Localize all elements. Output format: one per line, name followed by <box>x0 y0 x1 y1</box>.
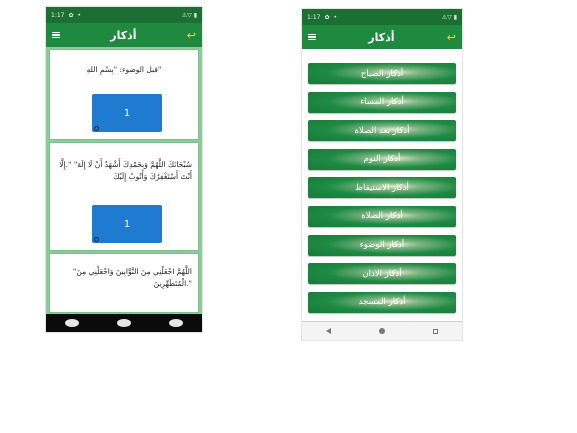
menu-item-morning[interactable]: أذكار الصباح <box>308 63 456 84</box>
hamburger-icon[interactable] <box>308 34 316 40</box>
status-bar: 1:17 ✿ • ⚠▽ ▮ <box>46 7 202 23</box>
menu-item-sleep[interactable]: أذكار النوم <box>308 148 456 170</box>
menu-item-ablution[interactable]: أذكار الوضوء <box>308 234 456 256</box>
app-title: أذكار <box>368 30 395 44</box>
status-right-icons: ⚠▽ ▮ <box>181 11 197 19</box>
status-time: 1:17 <box>307 13 321 21</box>
menu-item-adhan[interactable]: أذكار الاذان <box>308 263 456 285</box>
menu-item-evening[interactable]: أذكار المساء <box>308 91 456 113</box>
status-right-icons: ⚠▽ ▮ <box>441 13 457 21</box>
status-bar: 1:17 ✿ • ⚠▽ ▮ <box>302 9 462 25</box>
counter-value: 1 <box>123 218 131 230</box>
nav-back-icon[interactable] <box>65 319 79 327</box>
nav-recent-icon[interactable] <box>433 328 438 334</box>
reset-icon[interactable] <box>94 126 99 131</box>
zikr-card-list: "قبل الوضوء: "بِسْمِ اللهِ 1 سُبْحَانَكَ… <box>46 47 202 314</box>
reset-icon[interactable] <box>94 237 99 242</box>
back-arrow-icon[interactable]: ↩ <box>447 32 456 43</box>
app-title: أذكار <box>110 28 137 42</box>
zikr-text: سُبْحَانَكَ اللَّهُمَّ وَبِحَمْدِكَ أَشْ… <box>59 160 192 181</box>
zikr-card: سُبْحَانَكَ اللَّهُمَّ وَبِحَمْدِكَ أَشْ… <box>49 142 199 251</box>
back-arrow-icon[interactable]: ↩ <box>187 30 196 41</box>
settings-icon: ✿ <box>324 13 330 21</box>
azkar-category-menu: أذكار الصباح أذكار المساء أذكار بعد الصل… <box>302 49 462 322</box>
zikr-card: "قبل الوضوء: "بِسْمِ اللهِ 1 <box>49 49 199 140</box>
dot-icon: • <box>333 13 338 21</box>
zikr-text: اللَّهُمَّ اجْعَلْنِي مِنَ التَّوَّابِين… <box>72 267 192 288</box>
nav-home-icon[interactable] <box>379 328 385 334</box>
menu-item-mosque[interactable]: أذكار المسجد <box>308 291 456 313</box>
zikr-text: "قبل الوضوء: "بِسْمِ اللهِ <box>86 65 162 74</box>
left-phone-screen: 1:17 ✿ • ⚠▽ ▮ أذكار ↩ "قبل الوضوء: "بِسْ… <box>46 7 202 332</box>
navigation-bar <box>302 321 462 340</box>
nav-home-icon[interactable] <box>117 319 131 327</box>
menu-item-waking[interactable]: أذكار الاستيقاظ <box>308 177 456 199</box>
menu-item-prayer[interactable]: أذكار الصلاة <box>308 205 456 227</box>
menu-item-after-prayer[interactable]: أذكار بعد الصلاة <box>308 120 456 142</box>
navigation-bar <box>46 314 202 332</box>
zikr-card: اللَّهُمَّ اجْعَلْنِي مِنَ التَّوَّابِين… <box>49 253 199 313</box>
counter-button[interactable]: 1 <box>92 94 162 132</box>
nav-back-icon[interactable] <box>326 328 331 334</box>
status-time: 1:17 <box>51 11 65 19</box>
settings-icon: ✿ <box>68 11 74 19</box>
app-bar: أذكار ↩ <box>302 25 462 49</box>
counter-value: 1 <box>123 107 131 119</box>
counter-button[interactable]: 1 <box>92 205 162 243</box>
nav-recent-icon[interactable] <box>169 319 183 327</box>
hamburger-icon[interactable] <box>52 32 60 38</box>
app-bar: أذكار ↩ <box>46 23 202 47</box>
dot-icon: • <box>77 11 82 19</box>
right-phone-screen: 1:17 ✿ • ⚠▽ ▮ أذكار ↩ أذكار الصباح أذكار… <box>302 9 462 340</box>
